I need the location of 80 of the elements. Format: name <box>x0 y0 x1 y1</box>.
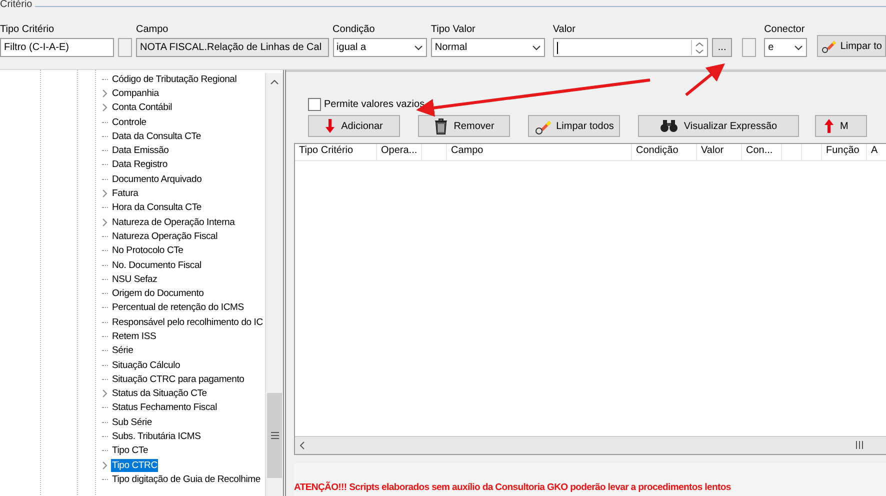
column-header[interactable]: Con... <box>742 144 782 160</box>
tree-item[interactable]: Tipo digitação de Guia de Recolhime <box>111 472 262 486</box>
column-header[interactable]: Valor <box>697 144 742 160</box>
checkbox[interactable] <box>118 38 132 57</box>
arrow-up-icon <box>824 118 834 134</box>
chevron-right-icon[interactable] <box>102 189 108 198</box>
tree-item[interactable]: Controle <box>111 116 148 129</box>
grip-icon <box>856 441 863 449</box>
condicao-dropdown[interactable]: igual a <box>332 38 427 57</box>
chevron-right-icon[interactable] <box>102 389 108 398</box>
tipo-valor-dropdown[interactable]: Normal <box>430 38 545 57</box>
tree-item[interactable]: Tipo CTe <box>111 444 150 458</box>
tree-item[interactable]: Sub Série <box>111 416 153 429</box>
field-label: Valor <box>552 23 576 36</box>
clear-all-button[interactable]: Limpar to <box>817 35 886 57</box>
tree-item[interactable]: Companhia <box>111 86 160 100</box>
scroll-left-icon[interactable] <box>299 441 305 450</box>
tree-item[interactable]: Retem ISS <box>111 330 158 343</box>
scrollbar[interactable] <box>295 436 886 454</box>
scrollbar[interactable] <box>265 73 283 496</box>
tree-item[interactable]: Código de Tributação Regional <box>111 72 238 86</box>
tree-item[interactable]: Série <box>111 344 134 358</box>
tree-item[interactable]: Percentual de retenção do ICMS <box>111 301 245 314</box>
checkbox-label: Permite valores vazios <box>324 99 425 110</box>
column-header[interactable]: Função <box>822 144 867 160</box>
tree-item[interactable]: NSU Sefaz <box>111 272 158 286</box>
valor-field[interactable] <box>552 38 708 57</box>
chevron-right-icon[interactable] <box>102 218 108 227</box>
field-label: Condição <box>332 23 376 36</box>
tree-item[interactable]: Documento Arquivado <box>111 172 203 186</box>
column-header[interactable]: Opera... <box>377 144 422 160</box>
tree-item[interactable]: Subs. Tributária ICMS <box>111 430 202 444</box>
tree-item[interactable]: Fatura <box>111 187 140 200</box>
arrow-down-icon <box>325 118 336 134</box>
chevron-right-icon[interactable] <box>102 460 108 470</box>
tree-item[interactable]: Conta Contábil <box>111 101 174 114</box>
tipo-criterio-field[interactable]: Filtro (C-I-A-E) <box>0 38 114 57</box>
tree-item[interactable]: No. Documento Fiscal <box>111 258 202 272</box>
column-header[interactable]: A <box>867 144 886 160</box>
field-label: Conector <box>764 23 806 36</box>
add-button[interactable]: Adicionar <box>308 115 400 137</box>
browse-button[interactable]: ... <box>712 38 732 57</box>
column-header[interactable]: Campo <box>447 144 632 160</box>
tree-item[interactable]: Natureza de Operação Interna <box>111 216 236 229</box>
tree-item[interactable]: Origem do Documento <box>111 287 205 300</box>
tree-item[interactable]: Tipo CTRC <box>111 458 158 472</box>
tree-item[interactable]: Data Registro <box>111 158 168 172</box>
annotation-arrow <box>685 63 725 96</box>
tree-item[interactable]: Hora da Consulta CTe <box>111 201 202 214</box>
chevron-down-icon <box>532 44 541 50</box>
chevron-down-icon <box>794 44 804 50</box>
trash-icon <box>434 118 448 134</box>
warning-text: ATENÇÃO!!! Scripts elaborados sem auxílio da Consultoria GKO poderão levar a procedimentos lentos <box>294 482 731 493</box>
tree-item[interactable]: Situação Cálculo <box>111 358 182 372</box>
tree-item[interactable]: Responsável pelo recolhimento do IC <box>111 316 264 329</box>
field-label: Campo <box>136 23 170 36</box>
up-button[interactable]: M <box>815 115 867 137</box>
binoculars-icon <box>660 119 678 133</box>
view-button[interactable]: Visualizar Expressão <box>638 115 799 137</box>
remove-button[interactable]: Remover <box>418 115 510 137</box>
field-label: Tipo Critério <box>0 23 56 36</box>
tree-item[interactable]: Status da Situação CTe <box>111 387 208 400</box>
tree-item[interactable]: Natureza Operação Fiscal <box>111 230 219 243</box>
checkbox[interactable] <box>742 38 756 57</box>
field-label: Tipo Valor <box>430 23 476 36</box>
column-header[interactable]: Tipo Critério <box>295 144 377 160</box>
tree-item[interactable]: Status Fechamento Fiscal <box>111 401 218 414</box>
scroll-up-icon[interactable] <box>270 79 279 85</box>
checkbox[interactable] <box>308 98 321 111</box>
column-header[interactable]: Condição <box>632 144 697 160</box>
conector-dropdown[interactable]: e <box>764 38 808 57</box>
tree-item[interactable]: No Protocolo CTe <box>111 244 184 258</box>
clear-button[interactable]: Limpar todos <box>528 115 620 137</box>
group-title: Critério <box>0 0 36 10</box>
eraser-icon <box>821 38 838 54</box>
tree-item[interactable]: Situação CTRC para pagamento <box>111 372 246 386</box>
tree-item[interactable]: Data da Consulta CTe <box>111 130 202 143</box>
tree-item[interactable]: Data Emissão <box>111 144 170 158</box>
campo-field: NOTA FISCAL.Relação de Linhas de Cal <box>136 38 329 57</box>
chevron-down-icon <box>414 44 423 50</box>
